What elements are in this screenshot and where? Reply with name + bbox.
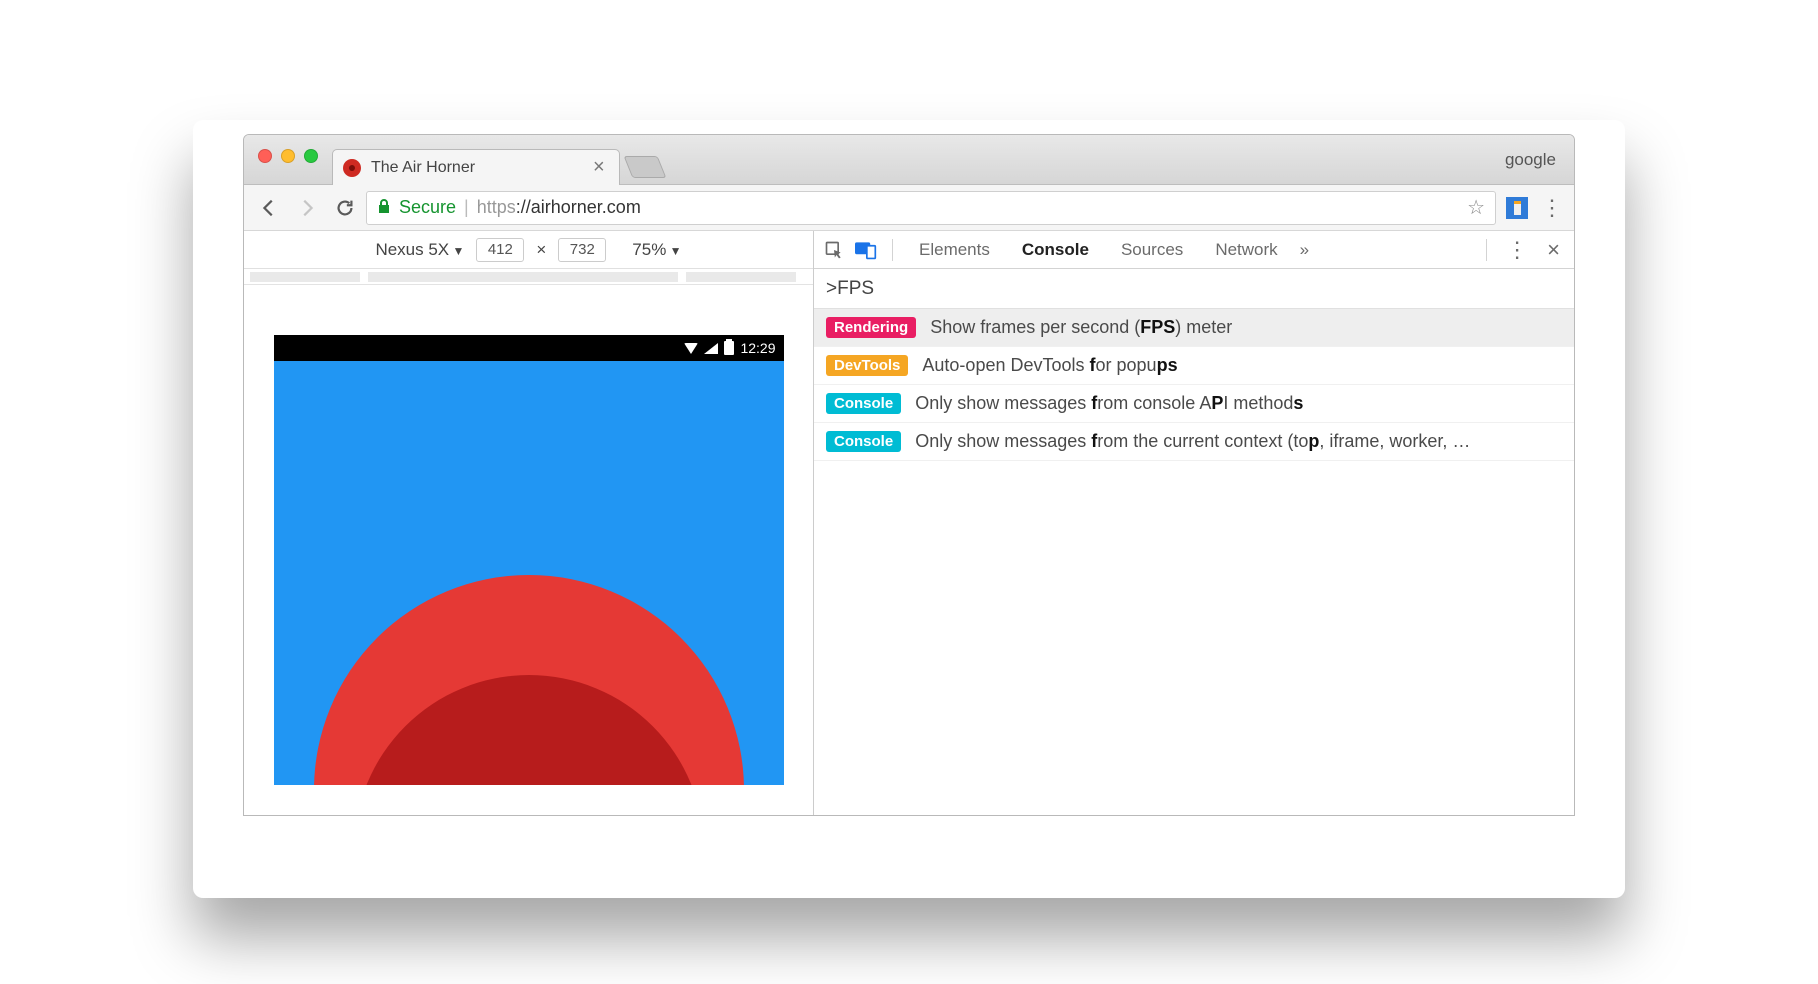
command-menu-input[interactable]: >FPS — [814, 269, 1574, 309]
signal-icon — [704, 343, 718, 354]
devtools-close-icon[interactable]: × — [1547, 237, 1560, 263]
tab-close-icon[interactable]: × — [593, 156, 605, 179]
more-tabs-icon[interactable]: » — [1300, 240, 1309, 260]
tab-elements[interactable]: Elements — [905, 231, 1004, 268]
devtools-tabbar: Elements Console Sources Network » ⋮ × — [814, 231, 1574, 269]
viewport-area: 12:29 — [244, 285, 813, 815]
viewport-width-input[interactable] — [476, 238, 524, 262]
address-bar[interactable]: Secure | https://airhorner.com ☆ — [366, 191, 1496, 225]
wifi-icon — [684, 343, 698, 354]
status-time: 12:29 — [740, 340, 775, 356]
titlebar: The Air Horner × google — [244, 135, 1574, 185]
zoom-window-button[interactable] — [304, 149, 318, 163]
command-category-badge: Console — [826, 393, 901, 414]
secure-label: Secure — [399, 197, 456, 218]
profile-label[interactable]: google — [1505, 150, 1556, 170]
tab-network[interactable]: Network — [1201, 231, 1291, 268]
command-label: Only show messages from console API meth… — [915, 393, 1303, 414]
new-tab-button[interactable] — [623, 156, 666, 178]
android-statusbar: 12:29 — [274, 335, 784, 361]
browser-toolbar: Secure | https://airhorner.com ☆ ⋮ — [244, 185, 1574, 231]
device-mode-pane: Nexus 5X × 75% 12:29 — [244, 231, 814, 815]
browser-window: The Air Horner × google Secure | — [243, 134, 1575, 816]
command-label: Auto-open DevTools for popups — [922, 355, 1177, 376]
browser-tab[interactable]: The Air Horner × — [332, 149, 620, 185]
minimize-window-button[interactable] — [281, 149, 295, 163]
inspect-element-icon[interactable] — [820, 236, 848, 264]
device-mode-toggle-icon[interactable] — [852, 236, 880, 264]
back-button[interactable] — [252, 191, 286, 225]
lighthouse-extension-icon[interactable] — [1506, 197, 1528, 219]
command-row[interactable]: Rendering Show frames per second (FPS) me… — [814, 309, 1574, 347]
zoom-select[interactable]: 75% — [632, 240, 681, 260]
bookmark-star-icon[interactable]: ☆ — [1467, 195, 1485, 220]
device-toolbar: Nexus 5X × 75% — [244, 231, 813, 269]
content-area: Nexus 5X × 75% 12:29 — [244, 231, 1574, 815]
forward-button[interactable] — [290, 191, 324, 225]
devtools-menu-icon[interactable]: ⋮ — [1503, 237, 1531, 263]
tab-title: The Air Horner — [371, 159, 571, 177]
command-category-badge: Rendering — [826, 317, 916, 338]
close-window-button[interactable] — [258, 149, 272, 163]
emulated-page[interactable]: 12:29 — [274, 335, 784, 785]
reload-button[interactable] — [328, 191, 362, 225]
command-category-badge: Console — [826, 431, 901, 452]
browser-menu-icon[interactable]: ⋮ — [1538, 195, 1566, 221]
command-row[interactable]: Console Only show messages from console A… — [814, 385, 1574, 423]
favicon-icon — [343, 159, 361, 177]
tab-sources[interactable]: Sources — [1107, 231, 1197, 268]
command-input-text: >FPS — [826, 278, 874, 300]
responsive-ruler[interactable] — [244, 269, 813, 285]
command-category-badge: DevTools — [826, 355, 908, 376]
separator: | — [464, 197, 469, 218]
dimension-x: × — [536, 240, 546, 260]
device-select[interactable]: Nexus 5X — [375, 240, 464, 260]
tab-console[interactable]: Console — [1008, 231, 1103, 268]
command-label: Show frames per second (FPS) meter — [930, 317, 1232, 338]
vertical-divider — [892, 239, 893, 261]
command-label: Only show messages from the current cont… — [915, 431, 1470, 452]
lock-icon — [377, 198, 391, 218]
command-row[interactable]: DevTools Auto-open DevTools for popups — [814, 347, 1574, 385]
command-row[interactable]: Console Only show messages from the curre… — [814, 423, 1574, 461]
viewport-height-input[interactable] — [558, 238, 606, 262]
command-menu-list: Rendering Show frames per second (FPS) me… — [814, 309, 1574, 815]
battery-icon — [724, 341, 734, 355]
window-controls — [258, 149, 318, 163]
url-text: https://airhorner.com — [477, 197, 641, 218]
vertical-divider — [1486, 239, 1487, 261]
devtools-pane: Elements Console Sources Network » ⋮ × >… — [814, 231, 1574, 815]
